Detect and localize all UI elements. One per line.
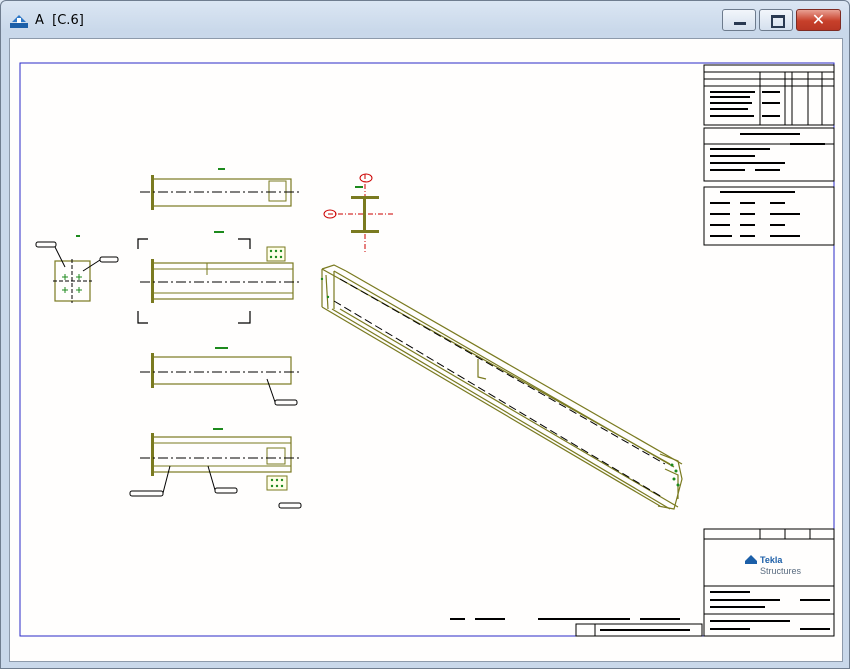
- maximize-button[interactable]: [759, 9, 793, 31]
- title-bar[interactable]: A [C.6] ✕: [1, 1, 849, 37]
- tekla-app-icon: [10, 15, 28, 28]
- minimize-button[interactable]: [722, 9, 756, 31]
- beam-3d-bolts: [320, 277, 680, 487]
- beam-bottom-view: [140, 347, 300, 406]
- part-list-table: [703, 127, 835, 182]
- beam-front-view: [137, 231, 300, 324]
- logo-product-text: Structures: [760, 566, 802, 576]
- assembly-table: [703, 186, 835, 246]
- logo-brand-text: Tekla: [760, 555, 783, 565]
- minimize-icon: [734, 22, 746, 25]
- beam-side-view: [129, 428, 302, 509]
- beam-top-view: [140, 168, 300, 210]
- application-window: A [C.6] ✕ Tekla Structures: [0, 0, 850, 669]
- revision-table: [703, 64, 835, 126]
- beam-3d-view: [321, 264, 683, 510]
- end-view-plate: [35, 235, 119, 303]
- window-title: A [C.6]: [35, 13, 84, 28]
- maximize-icon: [771, 15, 785, 28]
- close-button[interactable]: ✕: [796, 9, 841, 31]
- drawing-canvas[interactable]: Tekla Structures: [10, 39, 842, 661]
- tekla-logo: Tekla Structures: [745, 555, 802, 576]
- title-block: [703, 528, 835, 637]
- section-view: [323, 173, 395, 254]
- close-icon: ✕: [811, 10, 826, 29]
- bottom-strip: [450, 618, 703, 637]
- drawing-view[interactable]: Tekla Structures: [9, 38, 843, 662]
- beam-3d-hidden-lines: [333, 278, 666, 498]
